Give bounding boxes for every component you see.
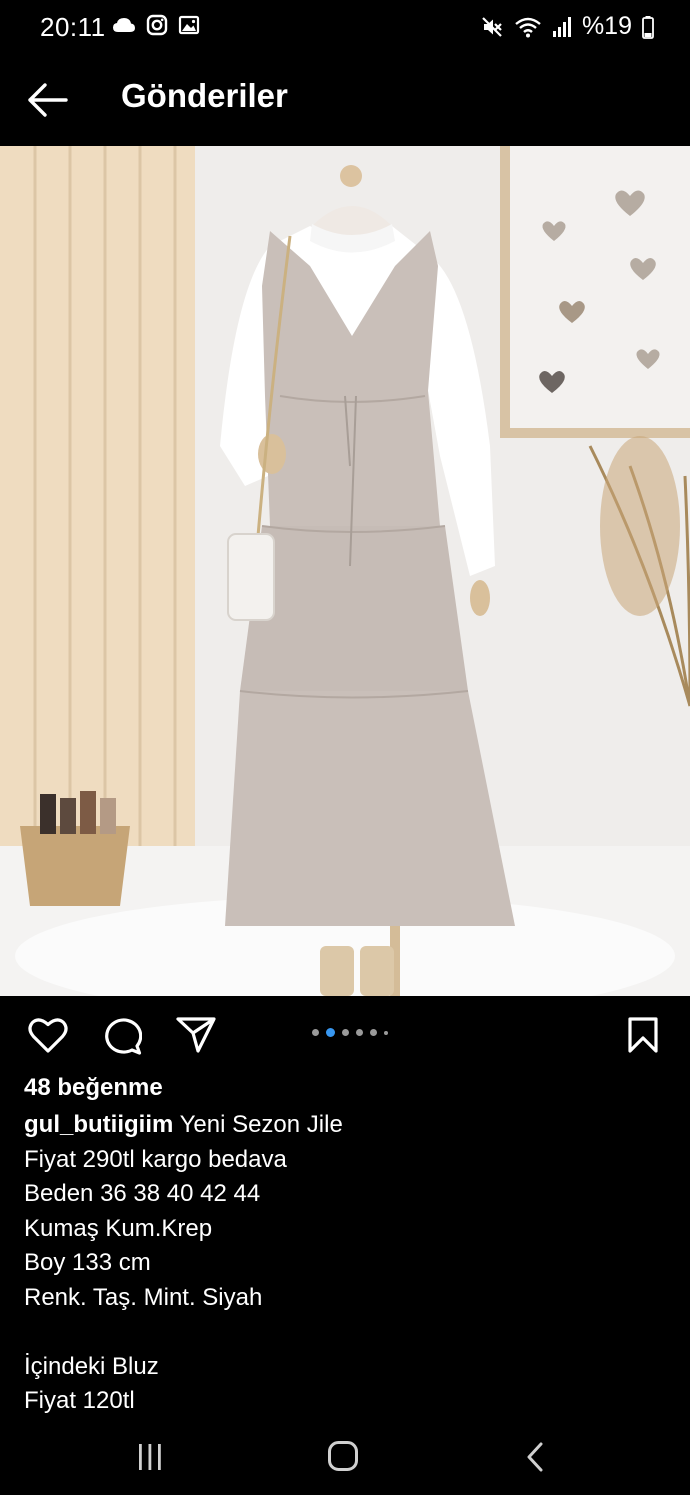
page-title: Gönderiler bbox=[121, 77, 288, 114]
battery-level: %19 bbox=[581, 12, 632, 40]
save-bookmark-icon[interactable] bbox=[627, 1016, 659, 1054]
like-count[interactable]: 48 beğenme bbox=[24, 1074, 163, 1102]
caption-body: Fiyat 290tl kargo bedava Beden 36 38 40 … bbox=[24, 1145, 287, 1415]
carousel-dot bbox=[312, 1029, 319, 1036]
mute-icon bbox=[482, 16, 502, 37]
carousel-dot bbox=[384, 1030, 388, 1035]
home-icon[interactable] bbox=[327, 1440, 359, 1472]
app-header: Gönderiler bbox=[0, 52, 690, 146]
recent-apps-icon[interactable] bbox=[135, 1442, 165, 1472]
system-nav-bar bbox=[0, 1420, 690, 1495]
carousel-dot bbox=[370, 1029, 377, 1036]
post-image[interactable] bbox=[0, 146, 690, 996]
dress-photo bbox=[0, 146, 690, 996]
like-heart-icon[interactable] bbox=[28, 1016, 68, 1054]
gallery-icon bbox=[178, 15, 200, 35]
battery-icon bbox=[642, 15, 654, 39]
signal-icon bbox=[552, 16, 571, 37]
carousel-dot bbox=[356, 1029, 363, 1036]
cloud-icon bbox=[113, 18, 135, 32]
carousel-dot-active bbox=[326, 1028, 335, 1037]
back-arrow-icon[interactable] bbox=[26, 80, 68, 120]
clock: 20:11 bbox=[40, 12, 106, 42]
carousel-indicator bbox=[312, 1028, 388, 1037]
caption-username[interactable]: gul_butiigiim bbox=[24, 1111, 173, 1138]
post-caption: gul_butiigiim Yeni Sezon Jile Fiyat 290t… bbox=[24, 1108, 664, 1419]
status-bar: 20:11 %19 bbox=[0, 0, 690, 52]
wifi-icon bbox=[515, 17, 541, 37]
share-send-icon[interactable] bbox=[176, 1016, 216, 1054]
back-nav-icon[interactable] bbox=[524, 1441, 546, 1473]
carousel-dot bbox=[342, 1029, 349, 1036]
caption-first-line: Yeni Sezon Jile bbox=[179, 1111, 343, 1138]
instagram-icon bbox=[146, 14, 168, 36]
comment-icon[interactable] bbox=[102, 1016, 142, 1056]
